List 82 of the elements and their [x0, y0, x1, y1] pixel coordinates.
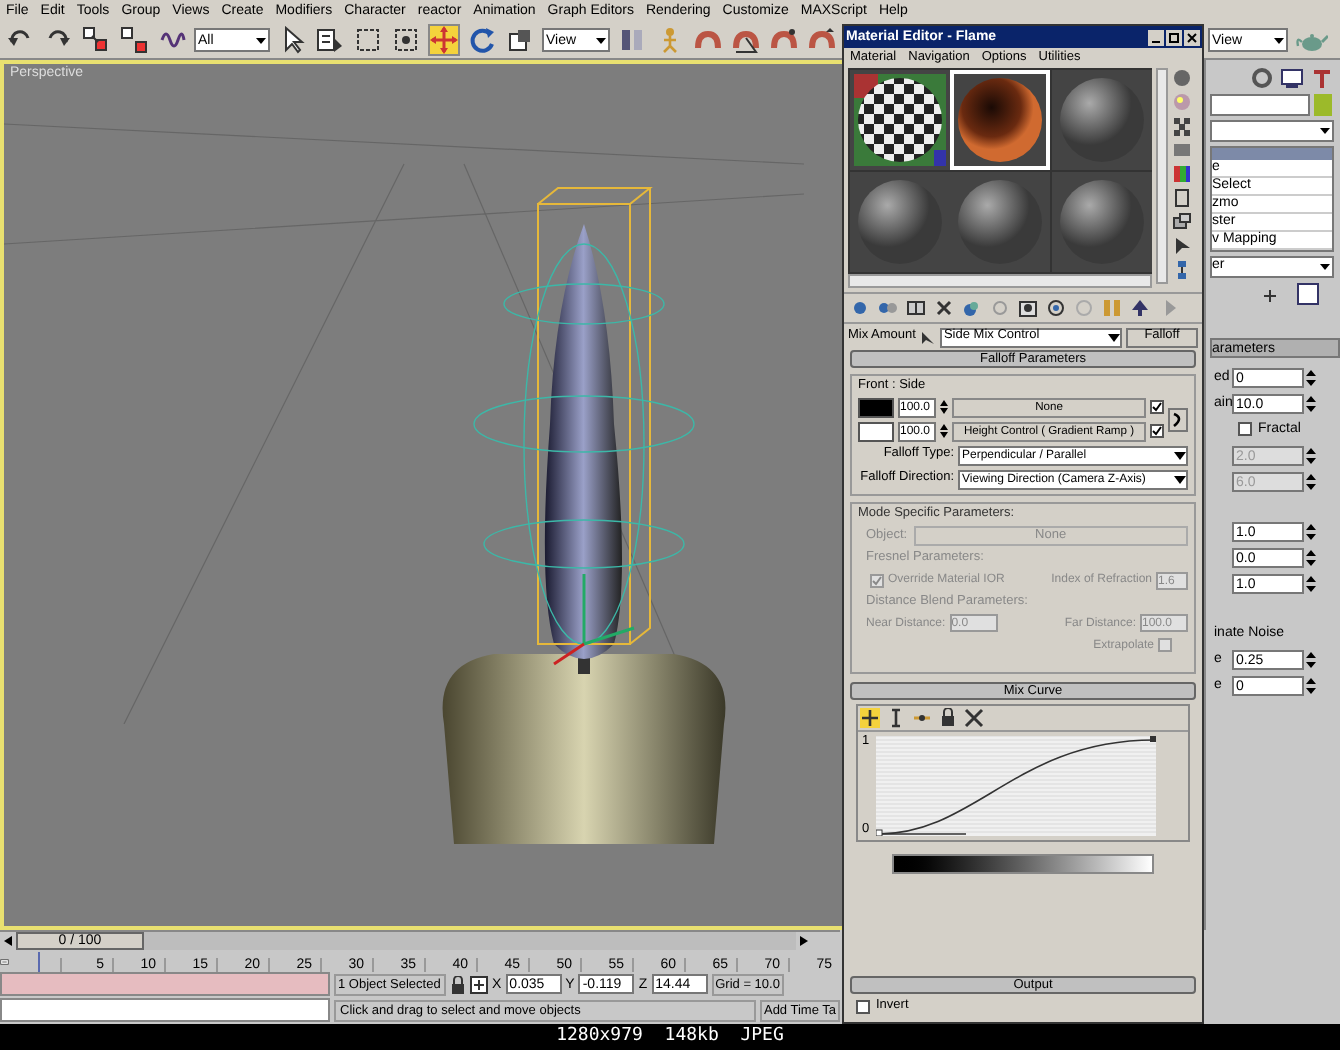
map-enable-checkbox[interactable]: [1150, 424, 1164, 438]
dropdown-arrow-icon: [1272, 33, 1286, 47]
square-scale-icon: [506, 26, 534, 54]
spinner-arrows-icon[interactable]: [940, 398, 948, 416]
square-icon[interactable]: [1172, 140, 1192, 160]
spinner-arrows-icon[interactable]: [1306, 393, 1316, 413]
pivot-bars-tool-button[interactable]: [616, 24, 648, 56]
horizontal-scrollbar[interactable]: [848, 274, 1152, 288]
separated-squares-tool-button[interactable]: [118, 24, 150, 56]
four-way-arrow-icon[interactable]: [860, 708, 880, 728]
time-marker: [37, 952, 40, 972]
material-editor-window[interactable]: [842, 24, 1204, 1024]
linked-squares-icon: [82, 26, 110, 54]
spinner-arrows-icon[interactable]: [1306, 521, 1316, 541]
checkbox[interactable]: [856, 1000, 870, 1014]
square-scale-tool-button[interactable]: [504, 24, 536, 56]
circular-arrow-tool-button[interactable]: [466, 24, 498, 56]
magnet-spinner-icon: [808, 26, 836, 54]
dashed-circle-square-icon: [392, 26, 420, 54]
x-icon[interactable]: [934, 298, 954, 318]
separated-squares-icon: [120, 26, 148, 54]
list-cursor-icon: [316, 26, 344, 54]
mix-curve-graph[interactable]: [876, 736, 1156, 836]
vertical-scrollbar[interactable]: [1156, 68, 1168, 284]
monitor-icon[interactable]: [1280, 66, 1304, 90]
vertical-scale-icon[interactable]: [886, 708, 906, 728]
list-cursor-tool-button[interactable]: [314, 24, 346, 56]
double-sphere-icon[interactable]: [962, 298, 982, 318]
right-arrow-icon[interactable]: [796, 932, 812, 950]
x-icon[interactable]: [964, 708, 984, 728]
up-arrow-icon[interactable]: [1130, 298, 1150, 318]
object-color-swatch[interactable]: [1314, 94, 1332, 116]
image-info-caption: 1280x979 148kb JPEG: [556, 1028, 784, 1046]
color-swatch[interactable]: [858, 421, 894, 441]
four-way-arrow-tool-button[interactable]: [428, 24, 460, 56]
spinner-arrows-icon[interactable]: [1306, 649, 1316, 669]
sphere-icon[interactable]: [1172, 68, 1192, 88]
dropdown-arrow-icon: [594, 33, 608, 47]
spinner-arrows-icon[interactable]: [1306, 675, 1316, 695]
lock-icon[interactable]: [450, 975, 466, 993]
dashed-rectangle-tool-button[interactable]: [352, 24, 384, 56]
color-bars-icon[interactable]: [1172, 164, 1192, 184]
hammer-icon[interactable]: [1310, 66, 1334, 90]
spinner-arrows-icon[interactable]: [1306, 471, 1316, 491]
spinner-arrows-icon[interactable]: [1306, 445, 1316, 465]
absolute-mode-icon[interactable]: [470, 975, 488, 993]
spinner-arrows-icon[interactable]: [1306, 367, 1316, 387]
spinner-arrows-icon[interactable]: [1306, 547, 1316, 567]
gear-icon[interactable]: [1250, 66, 1274, 90]
color-swatch[interactable]: [858, 397, 894, 417]
cursor-icon[interactable]: [1172, 236, 1192, 256]
linked-squares-tool-button[interactable]: [80, 24, 112, 56]
dashed-circle-square-tool-button[interactable]: [390, 24, 422, 56]
maximize-icon[interactable]: [1166, 29, 1182, 45]
pick-cursor-icon[interactable]: [919, 329, 936, 345]
lock-icon[interactable]: [938, 708, 958, 728]
map-enable-checkbox[interactable]: [1150, 400, 1164, 414]
spinner-arrows-icon[interactable]: [940, 422, 948, 440]
dropdown-arrow-icon: [1108, 331, 1120, 343]
script-output-field[interactable]: [0, 998, 330, 1022]
circular-arrow-icon: [468, 26, 496, 54]
script-listener-field[interactable]: [0, 972, 330, 996]
checkbox[interactable]: [1158, 638, 1172, 652]
modifier-list-dropdown[interactable]: [1210, 120, 1334, 142]
dropdown-arrow-icon: [254, 33, 268, 47]
left-arrow-icon[interactable]: [0, 932, 16, 950]
material-sample-slot[interactable]: [850, 70, 950, 170]
boxes-icon[interactable]: [1172, 212, 1192, 232]
checkbox[interactable]: [870, 573, 884, 587]
dashed-rectangle-icon: [354, 26, 382, 54]
magnet-angle-icon: [732, 26, 760, 54]
checker-icon[interactable]: [1172, 116, 1192, 136]
checkbox[interactable]: [1238, 422, 1252, 436]
minimize-icon[interactable]: [1148, 29, 1164, 45]
hierarchy-icon[interactable]: [1172, 260, 1192, 280]
sphere-pair-icon[interactable]: [878, 298, 898, 318]
four-way-arrow-icon: [430, 26, 458, 54]
object-name-field[interactable]: [1210, 94, 1310, 116]
pivot-bars-icon: [618, 26, 646, 54]
spinner-arrows-icon[interactable]: [1306, 573, 1316, 593]
magnet-percent-icon: [770, 26, 798, 54]
close-icon[interactable]: [1184, 29, 1200, 45]
